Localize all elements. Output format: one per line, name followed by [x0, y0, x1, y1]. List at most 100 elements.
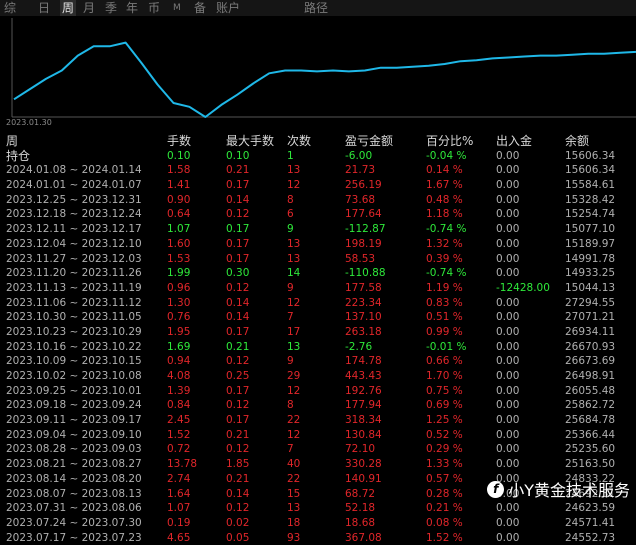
table-row[interactable]: 2023.11.13 ~ 2023.11.190.960.129177.581.… [0, 281, 636, 296]
cell-lots: 1.95 [167, 325, 190, 340]
holding-pnl: -6.00 [345, 149, 372, 164]
tab-9[interactable]: 账户 [216, 0, 240, 16]
cell-balance: 26934.11 [565, 325, 615, 340]
cell-lots: 4.08 [167, 369, 190, 384]
cell-count: 18 [287, 516, 300, 531]
tab-3[interactable]: 月 [83, 0, 95, 16]
cell-period: 2023.11.27 ~ 2023.12.03 [6, 252, 142, 267]
tab-1[interactable]: 日 [38, 0, 50, 16]
table-row[interactable]: 2023.10.02 ~ 2023.10.084.080.2529443.431… [0, 369, 636, 384]
table-row[interactable]: 2023.10.09 ~ 2023.10.150.940.129174.780.… [0, 354, 636, 369]
tab-10[interactable]: 路径 [304, 0, 328, 16]
holding-max-lots: 0.10 [226, 149, 249, 164]
table-row[interactable]: 2023.11.27 ~ 2023.12.031.530.171358.530.… [0, 252, 636, 267]
tab-4[interactable]: 季 [105, 0, 117, 16]
col-pnl-header[interactable]: 盈亏金额 [345, 134, 393, 149]
col-pct-header[interactable]: 百分比% [426, 134, 473, 149]
table-row[interactable]: 2023.12.25 ~ 2023.12.310.900.14873.680.4… [0, 193, 636, 208]
cell-max-lots: 0.21 [226, 340, 249, 355]
table-row[interactable]: 2023.09.04 ~ 2023.09.101.520.2112130.840… [0, 428, 636, 443]
cell-lots: 0.72 [167, 442, 190, 457]
table-row[interactable]: 2023.10.30 ~ 2023.11.050.760.147137.100.… [0, 310, 636, 325]
holding-balance: 15606.34 [565, 149, 615, 164]
holding-row[interactable]: 持仓 0.10 0.10 1 -6.00 -0.04 % 0.00 15606.… [0, 149, 636, 164]
cell-flow: 0.00 [496, 398, 519, 413]
tab-7[interactable]: M [173, 0, 181, 16]
cell-pnl: -2.76 [345, 340, 372, 355]
cell-count: 22 [287, 472, 300, 487]
cell-balance: 25235.60 [565, 442, 615, 457]
table-row[interactable]: 2023.10.23 ~ 2023.10.291.950.1717263.180… [0, 325, 636, 340]
table-row[interactable]: 2023.07.24 ~ 2023.07.300.190.021818.680.… [0, 516, 636, 531]
cell-balance: 24552.73 [565, 531, 615, 545]
col-max-lots-header[interactable]: 最大手数 [226, 134, 274, 149]
cell-period: 2023.08.14 ~ 2023.08.20 [6, 472, 142, 487]
cell-pct: 1.52 % [426, 531, 463, 545]
tab-0[interactable]: 综 [4, 0, 16, 16]
cell-flow: -12428.00 [496, 281, 550, 296]
cell-flow: 0.00 [496, 222, 519, 237]
table-row[interactable]: 2023.08.21 ~ 2023.08.2713.781.8540330.28… [0, 457, 636, 472]
cell-max-lots: 0.12 [226, 281, 249, 296]
table-row[interactable]: 2024.01.08 ~ 2024.01.141.580.211321.730.… [0, 163, 636, 178]
cell-balance: 26673.69 [565, 354, 615, 369]
cell-period: 2023.08.21 ~ 2023.08.27 [6, 457, 142, 472]
chart-start-date: 2023.01.30 [6, 118, 52, 127]
cell-count: 9 [287, 354, 294, 369]
table-row[interactable]: 2023.07.17 ~ 2023.07.234.650.0593367.081… [0, 531, 636, 545]
table-row[interactable]: 2023.09.18 ~ 2023.09.240.840.128177.940.… [0, 398, 636, 413]
cell-pct: 0.57 % [426, 472, 463, 487]
table-row[interactable]: 2023.09.25 ~ 2023.10.011.390.1712192.760… [0, 384, 636, 399]
table-row[interactable]: 2023.10.16 ~ 2023.10.221.690.2113-2.76-0… [0, 340, 636, 355]
cell-count: 15 [287, 487, 300, 502]
cell-pnl: 73.68 [345, 193, 375, 208]
cell-count: 17 [287, 325, 300, 340]
cell-balance: 26670.93 [565, 340, 615, 355]
cell-pct: 0.39 % [426, 252, 463, 267]
cell-period: 2024.01.08 ~ 2024.01.14 [6, 163, 142, 178]
cell-period: 2023.11.06 ~ 2023.11.12 [6, 296, 142, 311]
cell-lots: 0.19 [167, 516, 190, 531]
watermark-text: 小Y黄金技术服务 [508, 477, 630, 501]
cell-flow: 0.00 [496, 413, 519, 428]
cell-balance: 15328.42 [565, 193, 615, 208]
cell-count: 22 [287, 413, 300, 428]
table-row[interactable]: 2023.11.06 ~ 2023.11.121.300.1412223.340… [0, 296, 636, 311]
cell-period: 2023.10.02 ~ 2023.10.08 [6, 369, 142, 384]
table-row[interactable]: 2024.01.01 ~ 2024.01.071.410.1712256.191… [0, 178, 636, 193]
table-row[interactable]: 2023.07.31 ~ 2023.08.061.070.121352.180.… [0, 501, 636, 516]
cell-max-lots: 0.17 [226, 384, 249, 399]
table-row[interactable]: 2023.09.11 ~ 2023.09.172.450.1722318.341… [0, 413, 636, 428]
cell-count: 7 [287, 442, 294, 457]
table-row[interactable]: 2023.12.18 ~ 2023.12.240.640.126177.641.… [0, 207, 636, 222]
cell-flow: 0.00 [496, 163, 519, 178]
col-lots-header[interactable]: 手数 [167, 134, 191, 149]
col-period-header[interactable]: 周 [6, 134, 18, 149]
cell-pct: 0.69 % [426, 398, 463, 413]
cell-pnl: 130.84 [345, 428, 382, 443]
table-row[interactable]: 2023.11.20 ~ 2023.11.261.990.3014-110.88… [0, 266, 636, 281]
cell-max-lots: 0.17 [226, 325, 249, 340]
col-count-header[interactable]: 次数 [287, 134, 311, 149]
table-row[interactable]: 2023.12.04 ~ 2023.12.101.600.1713198.191… [0, 237, 636, 252]
cell-pct: 0.51 % [426, 310, 463, 325]
cell-pnl: 198.19 [345, 237, 382, 252]
col-balance-header[interactable]: 余额 [565, 134, 589, 149]
cell-flow: 0.00 [496, 501, 519, 516]
holding-flow: 0.00 [496, 149, 519, 164]
col-flow-header[interactable]: 出入金 [496, 134, 532, 149]
table-row[interactable]: 2023.08.28 ~ 2023.09.030.720.12772.100.2… [0, 442, 636, 457]
cell-pct: 0.75 % [426, 384, 463, 399]
cell-count: 13 [287, 501, 300, 516]
cell-max-lots: 0.17 [226, 237, 249, 252]
cell-max-lots: 0.12 [226, 442, 249, 457]
cell-flow: 0.00 [496, 354, 519, 369]
table-row[interactable]: 2023.12.11 ~ 2023.12.171.070.179-112.87-… [0, 222, 636, 237]
tab-2[interactable]: 周 [60, 0, 76, 16]
tab-6[interactable]: 币 [148, 0, 160, 16]
cell-lots: 1.30 [167, 296, 190, 311]
cell-count: 12 [287, 178, 300, 193]
cell-period: 2023.09.18 ~ 2023.09.24 [6, 398, 142, 413]
tab-8[interactable]: 备 [194, 0, 206, 16]
tab-5[interactable]: 年 [126, 0, 138, 16]
